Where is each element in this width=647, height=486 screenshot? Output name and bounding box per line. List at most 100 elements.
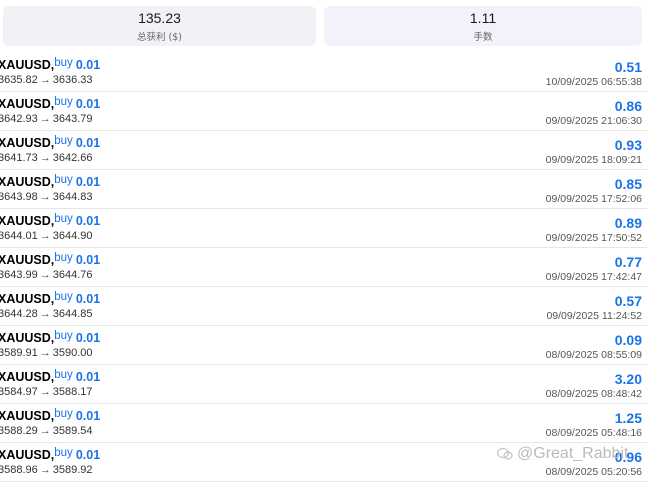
trade-symbol-line: XAUUSD,buy 0.01 xyxy=(0,291,100,306)
trade-row[interactable]: XAUUSD,buy 0.01 3643.98 → 3644.83 0.85 09/0… xyxy=(0,170,647,209)
arrow-right-icon: → xyxy=(39,347,51,359)
arrow-right-icon: → xyxy=(39,191,51,203)
trade-history-list: XAUUSD,buy 0.01 3635.82 → 3636.33 0.51 10/0… xyxy=(0,53,647,482)
close-price: 3642.66 xyxy=(52,152,93,164)
trade-prices: 3635.82 → 3636.33 xyxy=(0,74,93,86)
trade-profit: 0.85 xyxy=(614,176,642,192)
trade-prices: 3642.93 → 3643.79 xyxy=(0,113,93,125)
trade-profit: 0.86 xyxy=(614,98,642,114)
trade-symbol-line: XAUUSD,buy 0.01 xyxy=(0,57,101,72)
trade-prices: 3644.28 → 3644.85 xyxy=(0,308,93,320)
trade-side: buy xyxy=(54,174,73,186)
trade-symbol-line: XAUUSD,buy 0.01 xyxy=(0,330,101,345)
trade-symbol: XAUUSD, xyxy=(0,253,55,267)
open-price: 3588.96 xyxy=(0,464,38,476)
total-profit-value: 135.23 xyxy=(138,9,181,26)
trade-time: 10/09/2025 06:55:38 xyxy=(545,76,642,88)
open-price: 3644.01 xyxy=(0,230,38,242)
lots-value: 1.11 xyxy=(469,9,497,26)
open-price: 3584.97 xyxy=(0,386,38,398)
watermark-text: @Great_Rabbit xyxy=(517,445,629,462)
trade-side: buy xyxy=(54,330,73,342)
trade-row[interactable]: XAUUSD,buy 0.01 3584.97 → 3588.17 3.20 08/0… xyxy=(0,365,647,404)
open-price: 3589.91 xyxy=(0,347,38,359)
trade-row[interactable]: XAUUSD,buy 0.01 3644.28 → 3644.85 0.57 09/0… xyxy=(0,287,647,326)
trade-lot: 0.01 xyxy=(75,58,101,72)
trade-time: 08/09/2025 08:55:09 xyxy=(545,349,642,361)
trade-side: buy xyxy=(54,291,73,303)
trade-prices: 3643.98 → 3644.83 xyxy=(0,191,93,203)
close-price: 3588.17 xyxy=(52,386,93,398)
trade-symbol-line: XAUUSD,buy 0.01 xyxy=(0,135,101,150)
trade-symbol-line: XAUUSD,buy 0.01 xyxy=(0,213,101,228)
open-price: 3635.82 xyxy=(0,74,38,86)
close-price: 3589.54 xyxy=(52,425,93,437)
arrow-right-icon: → xyxy=(39,308,51,320)
trade-lot: 0.01 xyxy=(75,214,101,228)
trade-side: buy xyxy=(54,135,73,147)
trade-row[interactable]: XAUUSD,buy 0.01 3643.99 → 3644.76 0.77 09/0… xyxy=(0,248,647,287)
trade-time: 09/09/2025 11:24:52 xyxy=(546,310,642,322)
trade-symbol-line: XAUUSD,buy 0.01 xyxy=(0,447,101,462)
trade-lot: 0.01 xyxy=(75,136,101,150)
arrow-right-icon: → xyxy=(39,464,51,476)
trade-row[interactable]: XAUUSD,buy 0.01 3635.82 → 3636.33 0.51 10/0… xyxy=(0,53,647,92)
close-price: 3644.76 xyxy=(52,269,93,281)
trade-prices: 3589.91 → 3590.00 xyxy=(0,347,93,359)
open-price: 3642.93 xyxy=(0,113,38,125)
watermark: @Great_Rabbit xyxy=(496,442,647,466)
trade-lot: 0.01 xyxy=(75,175,101,189)
close-price: 3590.00 xyxy=(52,347,93,359)
trade-profit: 1.25 xyxy=(614,410,642,426)
trade-prices: 3644.01 → 3644.90 xyxy=(0,230,93,242)
trade-symbol-line: XAUUSD,buy 0.01 xyxy=(0,369,101,384)
trade-time: 08/09/2025 05:48:16 xyxy=(545,427,642,439)
trade-profit: 0.77 xyxy=(614,254,642,270)
trade-row[interactable]: XAUUSD,buy 0.01 3588.29 → 3589.54 1.25 08/0… xyxy=(0,404,647,443)
trade-time: 09/09/2025 17:52:06 xyxy=(545,193,642,205)
total-profit-card: 135.23 总获利 ($) xyxy=(3,6,316,46)
trade-prices: 3641.73 → 3642.66 xyxy=(0,152,93,164)
trade-row[interactable]: XAUUSD,buy 0.01 3644.01 → 3644.90 0.89 09/0… xyxy=(0,209,647,248)
trade-side: buy xyxy=(54,447,73,459)
trade-profit: 0.09 xyxy=(614,332,642,348)
close-price: 3636.33 xyxy=(52,74,93,86)
trade-symbol: XAUUSD, xyxy=(0,331,55,345)
arrow-right-icon: → xyxy=(39,113,51,125)
trade-symbol: XAUUSD, xyxy=(0,370,55,384)
summary-bar: 135.23 总获利 ($) 1.11 手数 xyxy=(0,0,647,52)
trade-time: 09/09/2025 18:09:21 xyxy=(545,154,642,166)
trade-symbol: XAUUSD, xyxy=(0,214,55,228)
trade-side: buy xyxy=(54,96,73,108)
chat-bubble-icon xyxy=(496,447,513,461)
trade-row[interactable]: XAUUSD,buy 0.01 3589.91 → 3590.00 0.09 08/0… xyxy=(0,326,647,365)
trade-lot: 0.01 xyxy=(75,448,101,462)
trade-lot: 0.01 xyxy=(75,409,101,423)
trade-side: buy xyxy=(54,57,73,69)
arrow-right-icon: → xyxy=(39,74,51,86)
close-price: 3644.85 xyxy=(52,308,93,320)
open-price: 3643.98 xyxy=(0,191,38,203)
trade-time: 09/09/2025 17:42:47 xyxy=(545,271,642,283)
trade-symbol: XAUUSD, xyxy=(0,292,55,306)
close-price: 3644.83 xyxy=(52,191,93,203)
trade-row[interactable]: XAUUSD,buy 0.01 3641.73 → 3642.66 0.93 09/0… xyxy=(0,131,647,170)
open-price: 3644.28 xyxy=(0,308,38,320)
trade-prices: 3584.97 → 3588.17 xyxy=(0,386,93,398)
close-price: 3644.90 xyxy=(52,230,93,242)
trade-symbol: XAUUSD, xyxy=(0,175,55,189)
trade-symbol: XAUUSD, xyxy=(0,448,55,462)
trade-prices: 3643.99 → 3644.76 xyxy=(0,269,93,281)
total-profit-label: 总获利 ($) xyxy=(137,31,182,43)
trade-profit: 0.57 xyxy=(614,293,642,309)
trade-symbol-line: XAUUSD,buy 0.01 xyxy=(0,96,100,111)
trade-side: buy xyxy=(54,408,73,420)
trade-lot: 0.01 xyxy=(75,370,101,384)
trade-row[interactable]: XAUUSD,buy 0.01 3642.93 → 3643.79 0.86 09/0… xyxy=(0,92,647,131)
trade-lot: 0.01 xyxy=(75,331,101,345)
open-price: 3588.29 xyxy=(0,425,38,437)
arrow-right-icon: → xyxy=(39,230,51,242)
trade-time: 09/09/2025 21:06:30 xyxy=(545,115,642,127)
trade-prices: 3588.29 → 3589.54 xyxy=(0,425,93,437)
trade-side: buy xyxy=(54,252,73,264)
